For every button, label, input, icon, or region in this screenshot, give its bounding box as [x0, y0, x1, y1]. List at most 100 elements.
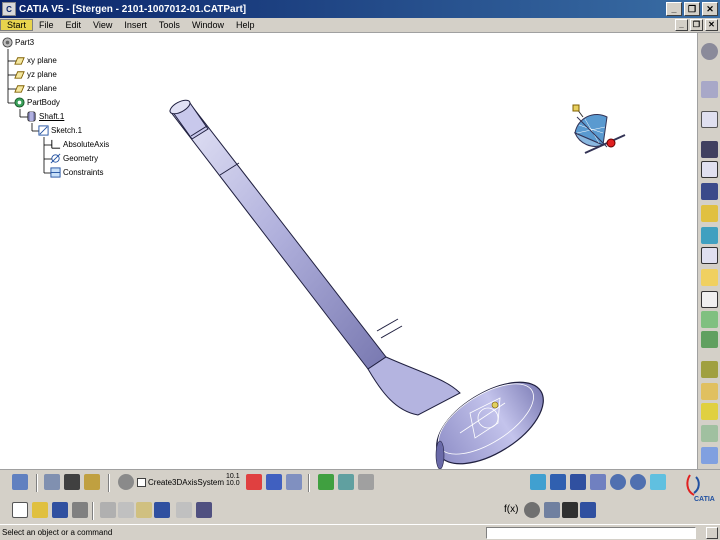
title-bar: C CATIA V5 - [Stergen - 2101-1007012-01.… [0, 0, 720, 18]
print-icon[interactable] [72, 502, 88, 518]
hierarchy-icon[interactable] [580, 502, 596, 518]
tree-item-absoluteaxis[interactable]: AbsoluteAxis [50, 139, 109, 150]
pad-icon[interactable] [701, 141, 718, 158]
tree-item-shaft[interactable]: Shaft.1 [26, 111, 64, 122]
cut-icon[interactable] [100, 502, 116, 518]
redo-icon[interactable] [176, 502, 192, 518]
catia-app-icon[interactable]: C [2, 2, 16, 16]
design-table-icon[interactable] [544, 502, 560, 518]
bottom-toolbar: Create3DAxisSystem 10.1 10.0 f(x) [0, 469, 720, 524]
part-icon [2, 37, 13, 48]
plane-icon [14, 85, 25, 93]
menu-bar: Start File Edit View Insert Tools Window… [0, 18, 720, 33]
3d-viewport[interactable]: Part3 xy plane yz plane zx plane PartBod… [0, 33, 697, 469]
catia-logo-text: CATIA [694, 496, 715, 503]
compass-widget[interactable] [563, 103, 629, 169]
slot-icon[interactable] [701, 269, 718, 286]
pocket-icon[interactable] [701, 161, 718, 178]
groove-icon[interactable] [701, 205, 718, 222]
menu-edit[interactable]: Edit [60, 20, 88, 30]
doc-minimize-button[interactable]: _ [675, 19, 688, 31]
undo-icon[interactable] [154, 502, 170, 518]
select-icon[interactable] [12, 474, 28, 490]
plane-tool-icon[interactable] [286, 474, 302, 490]
valve-part-model[interactable] [160, 93, 560, 469]
doc-close-button[interactable]: ✕ [705, 19, 718, 31]
tree-item-constraints[interactable]: Constraints [50, 167, 103, 178]
draft-icon[interactable] [701, 403, 718, 420]
whats-this-icon[interactable] [196, 502, 212, 518]
boolean-icon[interactable] [318, 474, 334, 490]
remove-loft-icon[interactable] [701, 331, 718, 348]
plane-icon [14, 71, 25, 79]
new-icon[interactable] [12, 502, 28, 518]
snap-values[interactable]: 10.1 10.0 [226, 473, 240, 487]
paste-icon[interactable] [136, 502, 152, 518]
menu-tools[interactable]: Tools [153, 20, 186, 30]
tree-root-part3[interactable]: Part3 [2, 37, 34, 48]
close-button[interactable]: ✕ [702, 2, 718, 16]
fit-all-icon[interactable] [550, 474, 566, 490]
shell-icon[interactable] [701, 425, 718, 442]
minimize-button[interactable]: _ [666, 2, 682, 16]
comment-icon[interactable] [524, 502, 540, 518]
sketcher-icon[interactable] [701, 81, 718, 98]
thickness-icon[interactable] [701, 447, 718, 464]
save-icon[interactable] [52, 502, 68, 518]
hole-icon[interactable] [701, 227, 718, 244]
chamfer-icon[interactable] [701, 383, 718, 400]
tree-item-geometry[interactable]: Geometry [50, 153, 98, 164]
tree-item-xy-plane[interactable]: xy plane [14, 55, 57, 66]
sketch-icon [38, 125, 49, 136]
fly-mode-icon[interactable] [530, 474, 546, 490]
inertia-icon[interactable] [64, 474, 80, 490]
command-input[interactable] [486, 527, 696, 539]
formula-icon[interactable]: f(x) [504, 502, 520, 518]
pan-icon[interactable] [570, 474, 586, 490]
create-3d-axis-checkbox[interactable] [137, 478, 146, 487]
assemble-icon[interactable] [338, 474, 354, 490]
partbody-icon [14, 97, 25, 108]
apply-material-icon[interactable] [84, 474, 100, 490]
zoom-in-icon[interactable] [610, 474, 626, 490]
sketch-tool-icon[interactable] [701, 111, 718, 128]
zoom-out-icon[interactable] [630, 474, 646, 490]
maximize-button[interactable]: ❐ [684, 2, 700, 16]
open-icon[interactable] [32, 502, 48, 518]
table-icon[interactable] [562, 502, 578, 518]
menu-start[interactable]: Start [0, 19, 34, 31]
menu-help[interactable]: Help [230, 20, 261, 30]
tree-item-zx-plane[interactable]: zx plane [14, 83, 57, 94]
tree-item-yz-plane[interactable]: yz plane [14, 69, 57, 80]
loft-icon[interactable] [701, 311, 718, 328]
normal-view-icon[interactable] [650, 474, 666, 490]
fillet-icon[interactable] [701, 361, 718, 378]
copy-icon[interactable] [118, 502, 134, 518]
doc-restore-button[interactable]: ❐ [690, 19, 703, 31]
plane-icon [14, 57, 25, 65]
menu-window[interactable]: Window [186, 20, 230, 30]
menu-insert[interactable]: Insert [118, 20, 153, 30]
catia-logo: CATIA [686, 474, 715, 503]
point-icon[interactable] [246, 474, 262, 490]
line-icon[interactable] [266, 474, 282, 490]
status-corner-button[interactable] [706, 527, 718, 539]
status-prompt: Select an object or a command [2, 528, 113, 537]
rib-icon[interactable] [701, 247, 718, 264]
tree-item-sketch[interactable]: Sketch.1 [38, 125, 82, 136]
create-3d-axis-system[interactable]: Create3DAxisSystem [137, 478, 224, 487]
update-icon[interactable] [118, 474, 134, 490]
geometry-icon [50, 153, 61, 164]
menu-view[interactable]: View [87, 20, 118, 30]
stiffener-icon[interactable] [701, 291, 718, 308]
rotate-icon[interactable] [590, 474, 606, 490]
measure-icon[interactable] [44, 474, 60, 490]
shaft-icon [27, 111, 36, 122]
constraints-icon [50, 167, 61, 178]
shaft-tool-icon[interactable] [701, 183, 718, 200]
intersect-icon[interactable] [358, 474, 374, 490]
workbench-icon[interactable] [701, 43, 718, 60]
tree-item-partbody[interactable]: PartBody [14, 97, 60, 108]
right-toolbar [697, 33, 720, 469]
menu-file[interactable]: File [33, 20, 60, 30]
